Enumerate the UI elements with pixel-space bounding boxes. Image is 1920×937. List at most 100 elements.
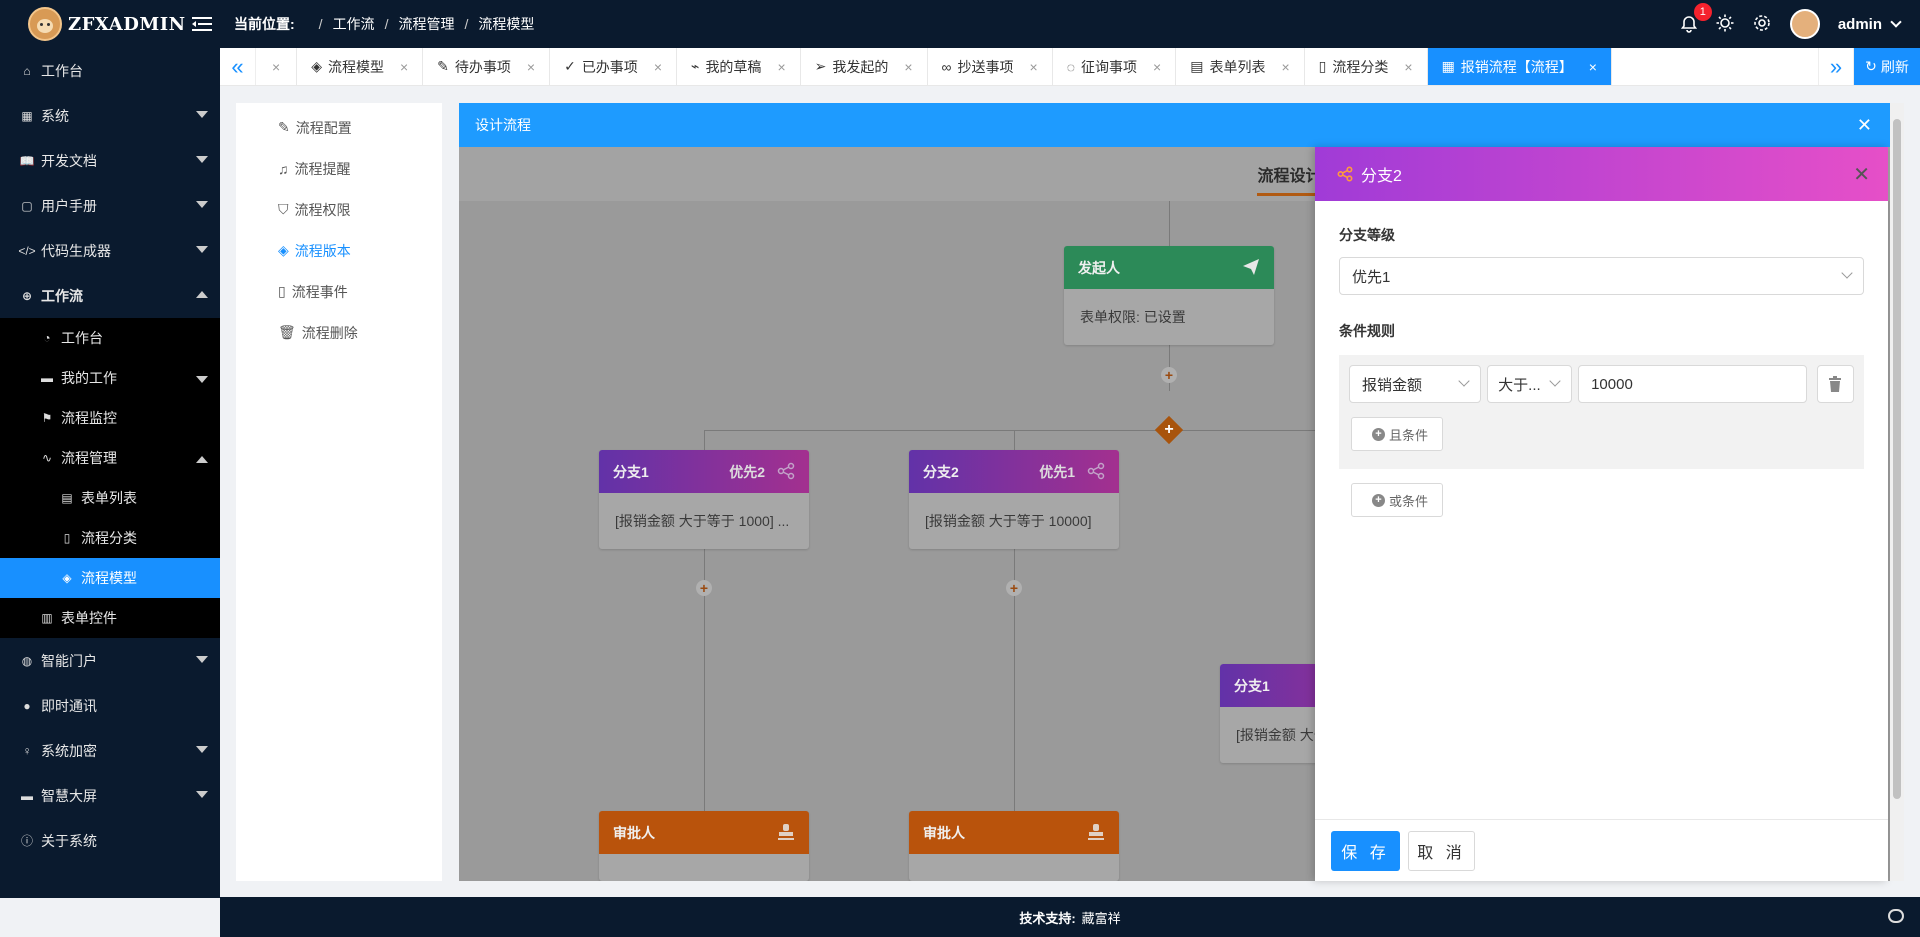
tab-process-model[interactable]: ◈ 流程模型 × (297, 48, 424, 85)
breadcrumb-item[interactable]: 工作流 (333, 14, 375, 34)
chevron-down-icon (1841, 267, 1853, 279)
sidebar-item-process-management[interactable]: ∿ 流程管理 (0, 438, 220, 478)
tab-drafts[interactable]: ⌁ 我的草稿 × (677, 48, 801, 85)
sidebar-item-big-screen[interactable]: ▬ 智慧大屏 (0, 773, 220, 818)
chat-bubble-icon[interactable] (1888, 909, 1904, 923)
tab-initiated[interactable]: ➢ 我发起的 × (801, 48, 928, 85)
add-branch-button[interactable]: + (1154, 415, 1184, 445)
apps-icon: ▦ (21, 108, 33, 123)
sidebar-item-system[interactable]: ▦ 系统 (0, 93, 220, 138)
add-or-condition-button[interactable]: + 或条件 (1351, 483, 1444, 517)
priority-select[interactable]: 优先1 (1339, 257, 1864, 295)
breadcrumb-item[interactable]: 流程模型 (478, 14, 534, 34)
username[interactable]: admin (1838, 16, 1882, 33)
priority-label: 分支等级 (1339, 227, 1395, 243)
menu-process-event[interactable]: ▯ 流程事件 (236, 271, 442, 312)
sidebar-item-user-manual[interactable]: ▢ 用户手册 (0, 183, 220, 228)
close-icon[interactable]: ✕ (1853, 162, 1870, 187)
close-icon[interactable]: × (527, 59, 535, 75)
menu-toggle-icon[interactable] (192, 14, 216, 34)
sidebar-item-dev-docs[interactable]: 📖 开发文档 (0, 138, 220, 183)
avatar[interactable] (1789, 9, 1820, 39)
sidebar-item-form-controls[interactable]: ▥ 表单控件 (0, 598, 220, 638)
sidebar-item-my-work[interactable]: ▬ 我的工作 (0, 358, 220, 398)
close-icon[interactable]: × (400, 59, 408, 75)
plus-circle-icon: + (1372, 493, 1385, 507)
tab-todo[interactable]: ✎ 待办事项 × (423, 48, 551, 85)
globe-icon: ◍ (21, 653, 33, 668)
cancel-button[interactable]: 取 消 (1408, 830, 1475, 871)
refresh-button[interactable]: ↻ 刷新 (1854, 48, 1920, 85)
sidebar-item-portal[interactable]: ◍ 智能门户 (0, 638, 220, 683)
sidebar-item-workflow-dashboard[interactable]: ◔ 工作台 (0, 318, 220, 358)
menu-process-config[interactable]: ✎ 流程配置 (236, 107, 442, 148)
close-icon[interactable]: × (1404, 59, 1412, 75)
stamp-icon (1088, 824, 1104, 840)
scrollbar-thumb[interactable] (1893, 119, 1901, 799)
pulse-icon: ∿ (41, 451, 53, 465)
tab-prev-fragment[interactable]: × (256, 48, 298, 85)
sidebar-item-code-generator[interactable]: </> 代码生成器 (0, 228, 220, 273)
approver-node-1[interactable]: 审批人 (599, 811, 809, 881)
tab-cc[interactable]: ∞ 抄送事项 × (928, 48, 1053, 85)
starter-node[interactable]: 发起人 表单权限: 已设置 (1064, 246, 1274, 345)
save-button[interactable]: 保 存 (1331, 830, 1400, 871)
tabs-scroll-right-icon[interactable]: » (1818, 48, 1854, 85)
close-icon[interactable]: ✕ (1857, 115, 1872, 136)
pencil-icon: ✎ (437, 58, 449, 74)
approver-node-2[interactable]: 审批人 (909, 811, 1119, 881)
rule-value-input[interactable]: 10000 (1578, 365, 1807, 403)
add-node-button[interactable]: + (1006, 580, 1022, 596)
add-and-condition-button[interactable]: + 且条件 (1351, 417, 1444, 451)
sidebar-item-encryption[interactable]: ♀ 系统加密 (0, 728, 220, 773)
chevron-down-icon (196, 111, 208, 118)
branch-node-1[interactable]: 分支1 优先2 [报销金额 大于等于 1000] ... (599, 450, 809, 549)
add-node-button[interactable]: + (696, 580, 712, 596)
dashboard-icon: ◔ (43, 331, 51, 345)
close-icon[interactable]: × (1030, 59, 1038, 75)
rule-operator-select[interactable]: 大于... (1487, 365, 1573, 403)
scrollbar[interactable] (1890, 103, 1904, 881)
comment-icon: ◌ (1066, 58, 1076, 75)
send-icon: ➢ (814, 58, 827, 74)
menu-process-version[interactable]: ◈ 流程版本 (236, 230, 442, 271)
monkey-logo-icon (28, 7, 62, 41)
tab-form-list[interactable]: ▤ 表单列表 × (1176, 48, 1305, 85)
tabs-scroll-left-icon[interactable]: « (220, 48, 256, 85)
layers-icon: ◈ (311, 58, 322, 74)
delete-condition-button[interactable] (1816, 365, 1854, 403)
breadcrumb-item[interactable]: 流程管理 (398, 14, 454, 34)
close-icon[interactable]: × (654, 59, 662, 75)
tab-process-design[interactable]: 流程设计 (1257, 162, 1322, 196)
close-icon[interactable]: × (777, 59, 785, 75)
widget-icon: ▥ (41, 611, 53, 625)
sidebar-item-workflow[interactable]: ⊕ 工作流 (0, 273, 220, 318)
gear-icon[interactable] (1752, 13, 1772, 36)
tab-process-category[interactable]: ▯ 流程分类 × (1305, 48, 1428, 85)
tab-done[interactable]: ✓ 已办事项 × (550, 48, 677, 85)
chevron-down-icon[interactable] (1890, 15, 1902, 28)
sidebar-item-about[interactable]: ⓘ 关于系统 (0, 818, 220, 863)
notification-badge: 1 (1693, 3, 1712, 21)
tab-expense-process[interactable]: ▦ 报销流程【流程】 × (1427, 48, 1612, 85)
menu-process-delete[interactable]: 🗑 流程删除 (236, 312, 442, 353)
close-icon[interactable]: × (904, 59, 912, 75)
close-icon[interactable]: × (272, 59, 280, 75)
sidebar-item-dashboard[interactable]: ⌂ 工作台 (0, 48, 220, 93)
rule-field-select[interactable]: 报销金额 (1349, 365, 1482, 403)
close-icon[interactable]: × (1281, 59, 1289, 75)
menu-process-reminder[interactable]: ♫ 流程提醒 (236, 148, 442, 189)
branch-node-2[interactable]: 分支2 优先1 [报销金额 大于等于 10000] (909, 450, 1119, 549)
close-icon[interactable]: × (1153, 59, 1161, 75)
bell-icon[interactable]: 1 (1680, 3, 1712, 33)
tab-consult[interactable]: ◌ 征询事项 × (1053, 48, 1177, 85)
theme-sun-icon[interactable] (1716, 14, 1734, 35)
sidebar-item-process-model[interactable]: ◈ 流程模型 (0, 558, 220, 598)
close-icon[interactable]: × (1589, 59, 1597, 75)
menu-process-permission[interactable]: ⛉ 流程权限 (236, 189, 442, 230)
sidebar-item-form-list[interactable]: ▤ 表单列表 (0, 478, 220, 518)
sidebar-item-process-category[interactable]: ▯ 流程分类 (0, 518, 220, 558)
add-node-button[interactable]: + (1161, 367, 1177, 383)
sidebar-item-process-monitor[interactable]: ⚑ 流程监控 (0, 398, 220, 438)
sidebar-item-im[interactable]: ● 即时通讯 (0, 683, 220, 728)
